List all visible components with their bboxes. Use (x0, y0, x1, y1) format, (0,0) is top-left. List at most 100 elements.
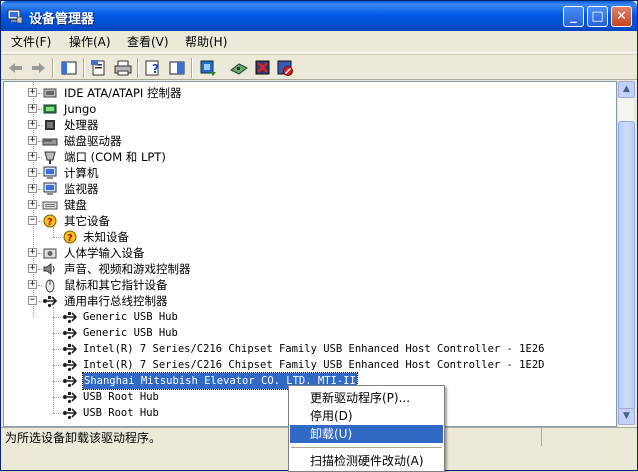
usb-controller-icon (42, 293, 58, 309)
status-divider (541, 428, 542, 446)
tree-item-label: 端口 (COM 和 LPT) (64, 150, 166, 164)
tree-guide-line (53, 397, 61, 398)
menu-file[interactable]: 文件(F) (11, 34, 51, 50)
tree-guide-line (53, 349, 61, 350)
usb-icon (62, 389, 78, 405)
tree-item-label: 处理器 (64, 118, 99, 132)
help-icon[interactable]: ? (143, 58, 163, 78)
collapse-icon[interactable]: − (28, 296, 37, 305)
tree-category-item[interactable]: + 鼠标和其它指针设备 (4, 277, 616, 293)
tree-category-item[interactable]: + 监视器 (4, 181, 616, 197)
status-text: 为所选设备卸载该驱动程序。 (5, 431, 162, 445)
tree-category-item[interactable]: + IDE ATA/ATAPI 控制器 (4, 85, 616, 101)
ctx-update-driver[interactable]: 更新驱动程序(P)... (290, 389, 443, 407)
expand-icon[interactable]: + (28, 88, 37, 97)
port-icon (42, 149, 58, 165)
expand-icon[interactable]: + (28, 104, 37, 113)
expand-icon[interactable]: + (28, 152, 37, 161)
menu-action[interactable]: 操作(A) (69, 34, 111, 50)
scroll-thumb[interactable] (618, 121, 635, 411)
device-tree[interactable]: + IDE ATA/ATAPI 控制器 + Jungo + 处理器 + 磁盘驱动器 + 端口 (C… (3, 81, 617, 427)
expand-icon[interactable]: + (28, 280, 37, 289)
tree-item-label: IDE ATA/ATAPI 控制器 (64, 86, 182, 100)
tree-item-label: USB Root Hub (83, 407, 159, 419)
scroll-up-icon[interactable]: ▲ (618, 81, 635, 98)
ctx-uninstall[interactable]: 卸载(U) (290, 425, 443, 443)
ctx-separator (291, 447, 442, 448)
usb-icon (62, 341, 78, 357)
tree-item-label: 通用串行总线控制器 (64, 294, 168, 308)
tree-child-item[interactable]: Generic USB Hub (4, 325, 616, 341)
maximize-button[interactable]: □ (587, 6, 608, 27)
svg-text:?: ? (152, 62, 159, 76)
tree-item-label: USB Root Hub (83, 391, 159, 403)
keyboard-icon (42, 197, 58, 213)
expand-icon[interactable]: + (28, 168, 37, 177)
tree-guide-line (53, 413, 61, 414)
context-menu: 更新驱动程序(P)... 停用(D) 卸载(U) 扫描检测硬件改动(A) (288, 385, 445, 472)
device-manager-window: 设备管理器 _ □ ✕ 文件(F) 操作(A) 查看(V) 帮助(H) ? + … (0, 0, 638, 472)
menu-view[interactable]: 查看(V) (127, 34, 169, 50)
tree-category-item[interactable]: + 声音、视频和游戏控制器 (4, 261, 616, 277)
tree-category-item[interactable]: + 人体学输入设备 (4, 245, 616, 261)
update-driver-icon[interactable] (198, 58, 218, 78)
ctx-scan-hardware[interactable]: 扫描检测硬件改动(A) (290, 452, 443, 470)
sound-icon (42, 261, 58, 277)
tree-category-item[interactable]: −? 其它设备 (4, 213, 616, 229)
tree-item-label: 人体学输入设备 (64, 246, 145, 260)
tree-category-item[interactable]: − 通用串行总线控制器 (4, 293, 616, 309)
expand-icon[interactable]: + (28, 136, 37, 145)
tree-guide-line (53, 381, 61, 382)
tree-category-item[interactable]: + 磁盘驱动器 (4, 133, 616, 149)
vertical-scrollbar[interactable]: ▲ ▼ (617, 81, 635, 427)
toolbar-separator (52, 58, 54, 78)
toolbar-separator (137, 58, 139, 78)
title-bar[interactable]: 设备管理器 _ □ ✕ (1, 1, 637, 31)
tree-item-label: 键盘 (64, 198, 87, 212)
tree-category-item[interactable]: + 端口 (COM 和 LPT) (4, 149, 616, 165)
expand-icon[interactable]: + (28, 248, 37, 257)
properties-icon[interactable] (89, 58, 109, 78)
ctx-disable[interactable]: 停用(D) (290, 407, 443, 425)
tree-category-item[interactable]: + Jungo (4, 101, 616, 117)
tree-category-item[interactable]: + 处理器 (4, 117, 616, 133)
tree-child-item[interactable]: Intel(R) 7 Series/C216 Chipset Family US… (4, 341, 616, 357)
toolbar-separator (83, 58, 85, 78)
tree-child-item[interactable]: Generic USB Hub (4, 309, 616, 325)
mouse-icon (42, 277, 58, 293)
scan-hardware-icon[interactable] (229, 58, 249, 78)
usb-icon (62, 309, 78, 325)
expand-icon[interactable]: + (28, 184, 37, 193)
minimize-button[interactable]: _ (563, 6, 584, 27)
tree-category-item[interactable]: + 计算机 (4, 165, 616, 181)
back-icon[interactable] (6, 58, 26, 78)
tree-child-item[interactable]: ? 未知设备 (4, 229, 616, 245)
print-icon[interactable] (113, 58, 133, 78)
scroll-down-icon[interactable]: ▼ (618, 408, 635, 425)
menu-help[interactable]: 帮助(H) (185, 34, 227, 50)
show-hide-tree-icon[interactable] (59, 58, 79, 78)
disable-icon[interactable] (275, 58, 295, 78)
tree-item-label: 未知设备 (83, 230, 129, 244)
svg-text:?: ? (67, 233, 73, 244)
forward-icon[interactable] (28, 58, 48, 78)
tree-item-label: Intel(R) 7 Series/C216 Chipset Family US… (83, 343, 545, 355)
expand-icon[interactable]: + (28, 120, 37, 129)
expand-icon[interactable]: + (28, 200, 37, 209)
unknown-device-icon: ? (62, 229, 78, 245)
tree-guide-line (53, 307, 54, 413)
minimize-icon: _ (570, 9, 577, 24)
device-manager-icon (7, 9, 23, 24)
console-tree-icon[interactable] (167, 58, 187, 78)
uninstall-icon[interactable] (253, 58, 273, 78)
disk-drive-icon (42, 133, 58, 149)
tree-item-label: 声音、视频和游戏控制器 (64, 262, 191, 276)
maximize-icon: □ (591, 9, 604, 24)
close-button[interactable]: ✕ (611, 6, 632, 27)
collapse-icon[interactable]: − (28, 216, 37, 225)
expand-icon[interactable]: + (28, 264, 37, 273)
tree-category-item[interactable]: + 键盘 (4, 197, 616, 213)
tree-item-label: 其它设备 (64, 214, 110, 228)
tree-child-item[interactable]: Intel(R) 7 Series/C216 Chipset Family US… (4, 357, 616, 373)
toolbar-separator (191, 58, 193, 78)
